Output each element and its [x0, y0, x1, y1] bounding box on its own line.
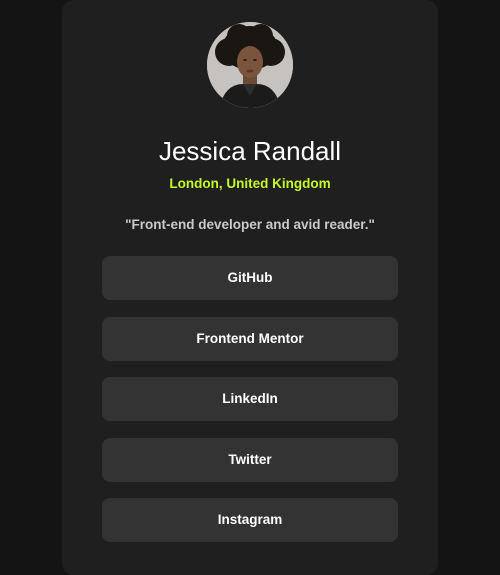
profile-name: Jessica Randall [158, 136, 342, 166]
social-links-list: GitHub Frontend Mentor LinkedIn Twitter … [102, 256, 398, 559]
link-twitter-button[interactable]: Twitter [102, 437, 398, 482]
avatar [207, 22, 293, 108]
link-linkedin-button[interactable]: LinkedIn [102, 377, 398, 421]
profile-card: Jessica Randall London, United Kingdom "… [62, 0, 438, 575]
avatar-photo-icon [207, 22, 293, 108]
link-github-button[interactable]: GitHub [102, 256, 398, 300]
profile-bio: "Front-end developer and avid reader." [125, 217, 375, 232]
link-frontend-mentor-button[interactable]: Frontend Mentor [102, 316, 398, 361]
profile-location: London, United Kingdom [169, 176, 331, 191]
link-instagram-button[interactable]: Instagram [102, 498, 398, 542]
